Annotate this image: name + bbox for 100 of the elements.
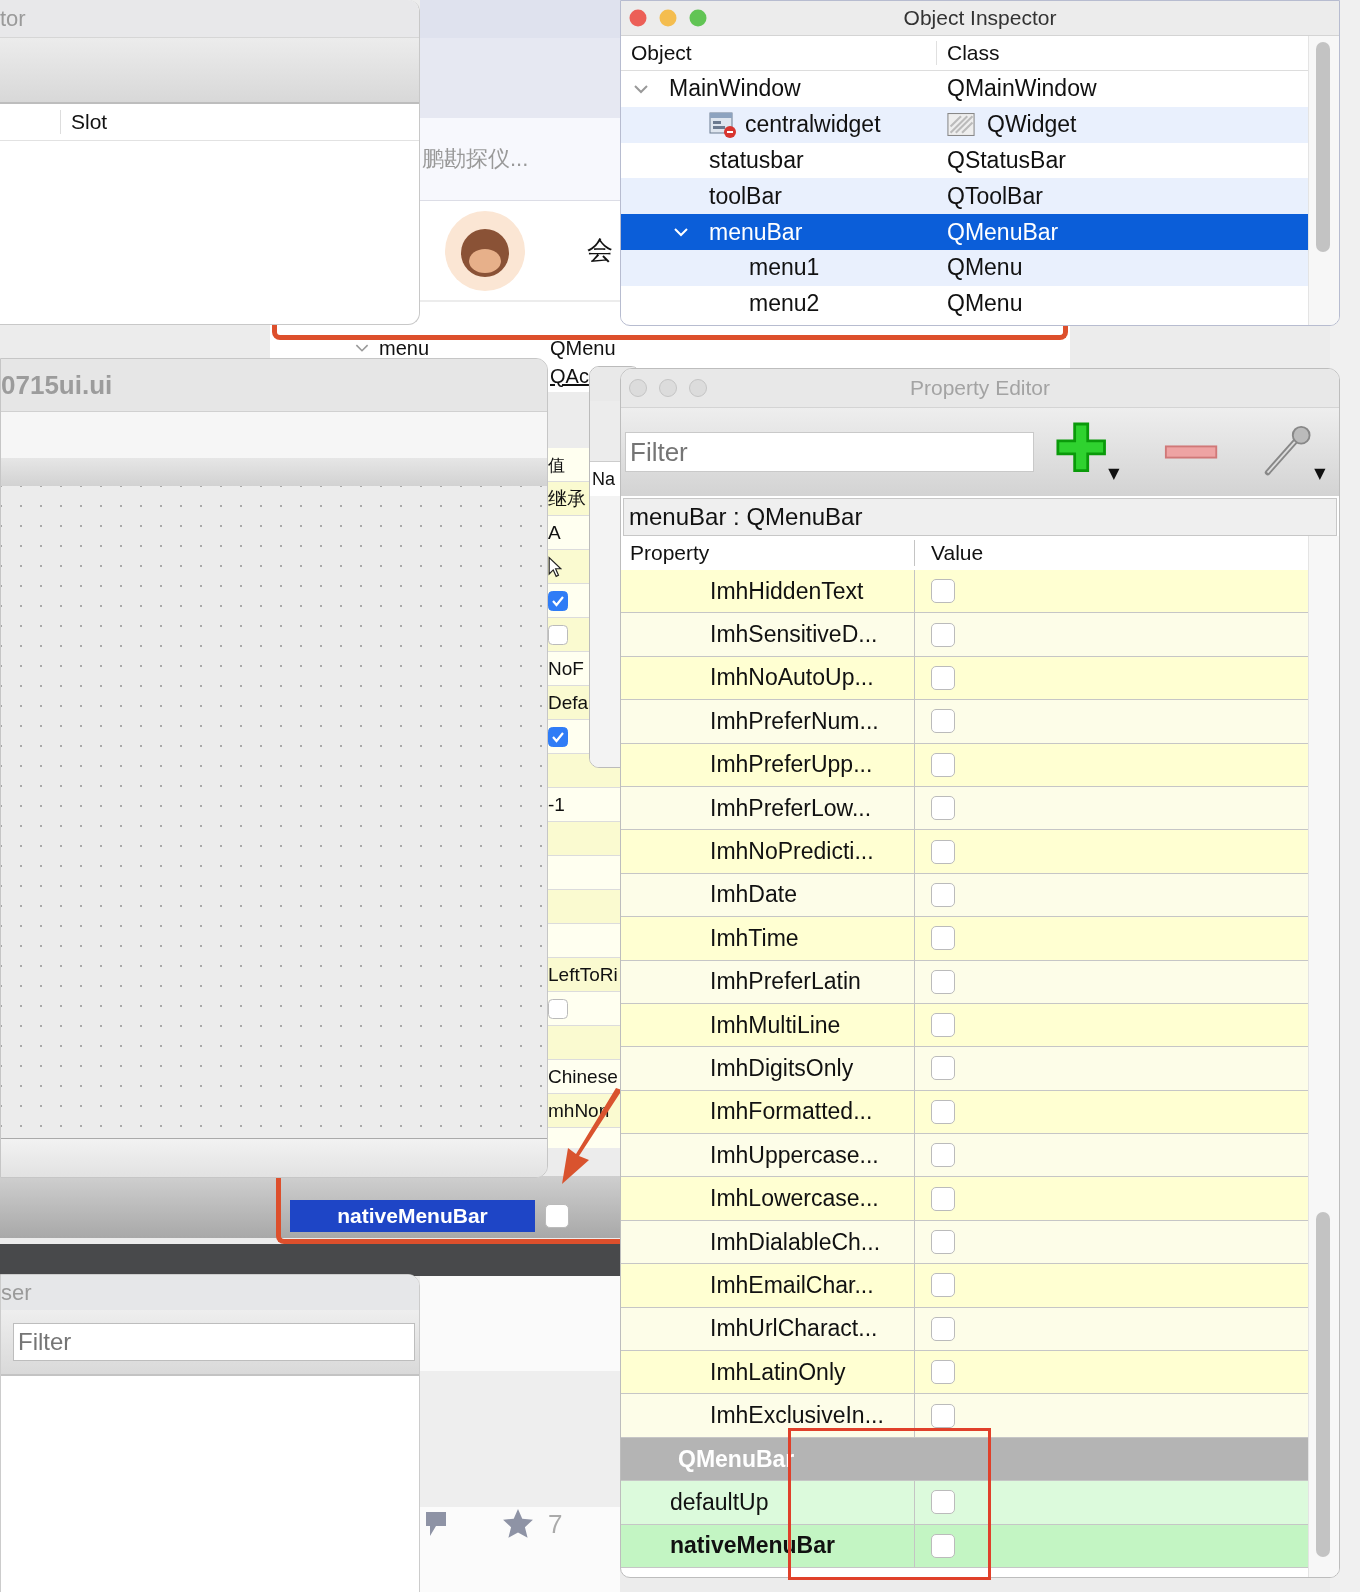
checkbox[interactable] — [931, 839, 955, 864]
checkbox[interactable] — [931, 1186, 955, 1211]
checkbox[interactable] — [931, 1403, 955, 1428]
property-row[interactable]: ImhHiddenText — [621, 570, 1308, 614]
checkbox[interactable] — [931, 926, 955, 951]
comment-icon[interactable] — [424, 1510, 448, 1538]
tree-row[interactable]: centralwidget QWidget — [621, 106, 1308, 143]
checkbox[interactable] — [931, 1490, 955, 1515]
property-row[interactable]: ImhFormatted... — [621, 1090, 1308, 1135]
tree-row[interactable]: menuBar QMenuBar — [621, 214, 1308, 250]
property-name: ImhHiddenText — [710, 577, 864, 605]
selected-property-name[interactable]: nativeMenuBar — [290, 1200, 535, 1232]
column-header[interactable]: Property — [621, 540, 915, 566]
checkbox[interactable] — [548, 999, 568, 1019]
hatched-square-icon — [947, 113, 975, 137]
property-row[interactable]: ImhMultiLine — [621, 1003, 1308, 1048]
checkbox[interactable] — [931, 622, 955, 647]
close-icon[interactable] — [629, 379, 647, 397]
tree-row[interactable]: menu1 QMenu — [621, 250, 1308, 286]
property-row[interactable]: ImhEmailChar... — [621, 1264, 1308, 1308]
checkbox[interactable] — [931, 1143, 955, 1168]
checkbox[interactable] — [931, 882, 955, 907]
class-name: QMenuBar — [947, 218, 1059, 246]
class-name: QToolBar — [947, 182, 1043, 210]
checkbox[interactable] — [931, 796, 955, 821]
checkbox[interactable] — [931, 969, 955, 994]
tree-row[interactable]: toolBar QToolBar — [621, 178, 1308, 215]
property-row[interactable]: ImhDate — [621, 873, 1308, 918]
property-name: ImhUrlCharact... — [710, 1315, 878, 1343]
property-row[interactable]: ImhNoPredicti... — [621, 830, 1308, 874]
column-header[interactable]: Value — [915, 541, 984, 565]
avatar-icon — [445, 210, 525, 291]
property-row[interactable]: ImhPreferNum... — [621, 700, 1308, 744]
minimize-icon[interactable] — [659, 9, 677, 27]
scrollbar-thumb[interactable] — [1316, 1212, 1330, 1557]
checkbox[interactable] — [931, 752, 955, 777]
property-name: ImhMultiLine — [710, 1011, 841, 1039]
checkbox[interactable] — [548, 727, 568, 747]
object-name: toolBar — [709, 182, 782, 210]
checkbox[interactable] — [931, 665, 955, 690]
property-row[interactable]: ImhExclusiveIn... — [621, 1394, 1308, 1438]
object-name: menu1 — [749, 254, 820, 282]
checkbox[interactable] — [931, 1056, 955, 1081]
property-row[interactable]: ImhUrlCharact... — [621, 1307, 1308, 1352]
checkbox[interactable] — [931, 1013, 955, 1038]
property-value: -1 — [548, 794, 565, 816]
property-name: ImhPreferLatin — [710, 968, 861, 996]
checkbox[interactable] — [548, 591, 568, 611]
user-name: 会 — [587, 234, 613, 267]
checkbox[interactable] — [931, 579, 955, 604]
checkbox[interactable] — [931, 1533, 955, 1558]
property-row[interactable]: ImhDialableCh... — [621, 1220, 1308, 1265]
property-row[interactable]: ImhTime — [621, 917, 1308, 961]
property-row[interactable]: defaultUp — [621, 1481, 1308, 1525]
object-name: menu — [379, 336, 430, 360]
property-row[interactable]: ImhPreferLatin — [621, 960, 1308, 1004]
property-name: ImhTime — [710, 924, 799, 952]
property-name: ImhLowercase... — [710, 1185, 879, 1213]
property-row[interactable]: ImhDigitsOnly — [621, 1047, 1308, 1091]
checkbox[interactable] — [931, 1360, 955, 1385]
scrollbar-thumb[interactable] — [1316, 42, 1330, 252]
property-row[interactable]: ImhPreferLow... — [621, 786, 1308, 831]
checkbox[interactable] — [931, 1273, 955, 1298]
checkbox[interactable] — [545, 1204, 569, 1228]
property-value: 继承 — [548, 487, 586, 511]
star-icon[interactable] — [502, 1508, 534, 1540]
property-row[interactable]: ImhUppercase... — [621, 1134, 1308, 1178]
chevron-down-icon[interactable] — [355, 343, 369, 353]
property-row[interactable]: ImhLatinOnly — [621, 1351, 1308, 1395]
property-name: ImhNoPredicti... — [710, 838, 874, 866]
filter-field[interactable]: Filter — [13, 1323, 415, 1361]
property-name: ImhSensitiveD... — [710, 621, 878, 649]
property-name: ImhUppercase... — [710, 1141, 879, 1169]
object-name: MainWindow — [669, 75, 801, 103]
maximize-icon[interactable] — [689, 9, 707, 27]
checkbox[interactable] — [931, 709, 955, 734]
column-header[interactable]: Slot — [61, 110, 108, 134]
minimize-icon[interactable] — [659, 379, 677, 397]
remove-icon[interactable] — [1163, 442, 1220, 462]
filter-field[interactable]: Filter — [625, 432, 1035, 472]
column-header[interactable]: Class — [937, 41, 1000, 65]
property-row[interactable]: ImhSensitiveD... — [621, 613, 1308, 657]
property-row[interactable]: ImhNoAutoUp... — [621, 656, 1308, 701]
property-row[interactable]: ImhPreferUpp... — [621, 743, 1308, 787]
class-name: QMenu — [947, 254, 1023, 282]
window-title: tor — [0, 5, 26, 32]
checkbox[interactable] — [931, 1099, 955, 1124]
chevron-down-icon[interactable] — [633, 83, 649, 94]
property-name: ImhNoAutoUp... — [710, 664, 874, 692]
checkbox[interactable] — [548, 625, 568, 645]
property-name: defaultUp — [670, 1488, 769, 1516]
property-row[interactable]: ImhLowercase... — [621, 1177, 1308, 1221]
checkbox[interactable] — [931, 1230, 955, 1255]
object-name: statusbar — [709, 147, 804, 174]
class-name: QStatusBar — [947, 147, 1066, 174]
close-icon[interactable] — [629, 9, 647, 27]
column-header[interactable]: Object — [621, 41, 937, 65]
maximize-icon[interactable] — [689, 379, 707, 397]
window-title: Property Editor — [909, 376, 1051, 400]
checkbox[interactable] — [931, 1316, 955, 1341]
